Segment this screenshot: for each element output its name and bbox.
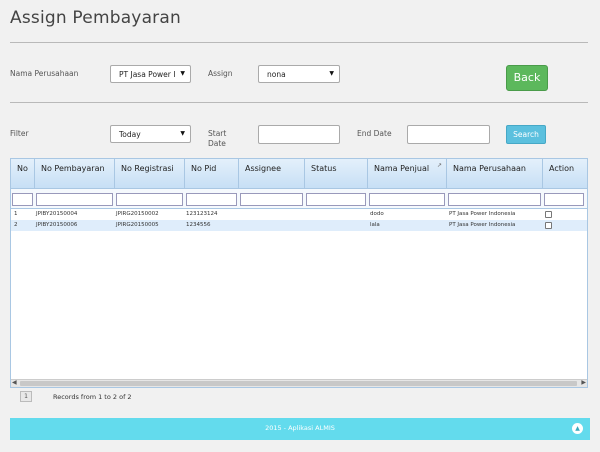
filter-status-input[interactable]: [306, 193, 366, 206]
scroll-right-icon[interactable]: ▶: [581, 379, 586, 386]
page: Assign Pembayaran Nama Perusahaan PT Jas…: [0, 0, 600, 452]
filter-nama-penjual-input[interactable]: [369, 193, 445, 206]
grid-header: No No Pembayaran No Registrasi No Pid As…: [11, 159, 587, 189]
sort-icon: ↗: [436, 162, 442, 169]
back-button[interactable]: Back: [506, 65, 548, 91]
end-date-input[interactable]: [407, 125, 490, 144]
filter-no-registrasi-input[interactable]: [116, 193, 183, 206]
cell-no: 2: [14, 222, 18, 228]
filter-assignee-input[interactable]: [240, 193, 303, 206]
cell-no-registrasi: JPIRG20150005: [116, 222, 159, 228]
table-row[interactable]: 2 JPIBY20150006 JPIRG20150005 1234556 la…: [11, 220, 587, 231]
filter-no-pembayaran-input[interactable]: [36, 193, 113, 206]
page-title: Assign Pembayaran: [10, 8, 181, 28]
footer-text: 2015 - Aplikasi ALMIS: [265, 424, 335, 432]
col-nama-perusahaan[interactable]: Nama Perusahaan: [447, 159, 543, 189]
cell-no-registrasi: JPIRG20150002: [116, 211, 159, 217]
end-date-label: End Date: [357, 129, 392, 138]
cell-no-pembayaran: JPIBY20150006: [36, 222, 78, 228]
col-nama-penjual[interactable]: Nama Penjual ↗: [368, 159, 447, 189]
data-grid: No No Pembayaran No Registrasi No Pid As…: [10, 158, 588, 388]
cell-nama-penjual: dodo: [370, 211, 384, 217]
cell-nama-perusahaan: PT Jasa Power Indonesia: [449, 211, 516, 217]
cell-no-pid: 123123124: [186, 211, 218, 217]
filter-select-value: Today: [119, 130, 141, 139]
scrollbar-thumb[interactable]: [20, 381, 577, 386]
cell-no-pid: 1234556: [186, 222, 211, 228]
footer: 2015 - Aplikasi ALMIS ▲: [10, 418, 590, 440]
cell-no-pembayaran: JPIBY20150004: [36, 211, 78, 217]
col-no-registrasi[interactable]: No Registrasi: [115, 159, 185, 189]
caret-down-icon: ▼: [180, 130, 185, 137]
col-no-pembayaran[interactable]: No Pembayaran: [35, 159, 115, 189]
divider: [10, 42, 588, 43]
col-assignee[interactable]: Assignee: [239, 159, 305, 189]
page-button[interactable]: 1: [20, 391, 32, 402]
start-date-input[interactable]: [258, 125, 340, 144]
col-action[interactable]: Action: [543, 159, 587, 189]
cell-nama-penjual: lala: [370, 222, 380, 228]
company-select-value: PT Jasa Power I: [119, 70, 176, 79]
assign-select-value: nona: [267, 70, 286, 79]
cell-nama-perusahaan: PT Jasa Power Indonesia: [449, 222, 516, 228]
action-checkbox[interactable]: [545, 211, 552, 218]
start-date-label: Start Date: [208, 129, 227, 148]
table-row[interactable]: 1 JPIBY20150004 JPIRG20150002 123123124 …: [11, 209, 587, 220]
caret-down-icon: ▼: [180, 70, 185, 77]
assign-label: Assign: [208, 69, 233, 78]
col-nama-penjual-label: Nama Penjual: [374, 164, 430, 173]
caret-down-icon: ▼: [329, 70, 334, 77]
filter-action-input[interactable]: [544, 193, 584, 206]
records-info: Records from 1 to 2 of 2: [53, 393, 132, 401]
company-label: Nama Perusahaan: [10, 69, 79, 78]
col-status[interactable]: Status: [305, 159, 368, 189]
chevron-up-icon[interactable]: ▲: [572, 423, 583, 434]
filter-label: Filter: [10, 129, 29, 138]
scroll-left-icon[interactable]: ◀: [12, 379, 17, 386]
filter-select[interactable]: Today ▼: [110, 125, 191, 143]
grid-pager: 1 Records from 1 to 2 of 2: [10, 389, 588, 405]
company-select[interactable]: PT Jasa Power I ▼: [110, 65, 191, 83]
cell-no: 1: [14, 211, 18, 217]
search-button[interactable]: Search: [506, 125, 546, 144]
grid-filter-row: [11, 189, 587, 209]
filter-no-input[interactable]: [12, 193, 33, 206]
filter-nama-perusahaan-input[interactable]: [448, 193, 541, 206]
horizontal-scrollbar[interactable]: ◀ ▶: [11, 379, 587, 387]
filter-no-pid-input[interactable]: [186, 193, 237, 206]
col-no[interactable]: No: [11, 159, 35, 189]
col-no-pid[interactable]: No Pid: [185, 159, 239, 189]
divider: [10, 102, 588, 103]
action-checkbox[interactable]: [545, 222, 552, 229]
assign-select[interactable]: nona ▼: [258, 65, 340, 83]
